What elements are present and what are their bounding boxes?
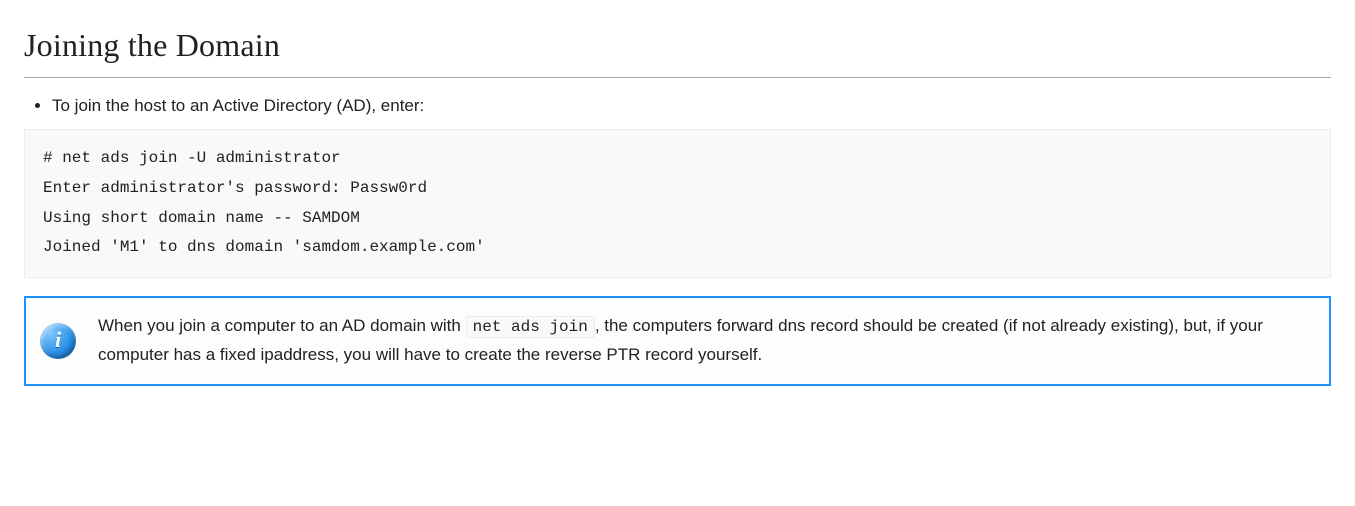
info-icon: i — [40, 323, 76, 359]
note-inline-code: net ads join — [466, 316, 595, 338]
note-text: When you join a computer to an AD domain… — [98, 312, 1311, 370]
note-text-before: When you join a computer to an AD domain… — [98, 316, 466, 335]
instruction-item: To join the host to an Active Directory … — [52, 92, 1331, 119]
info-note: i When you join a computer to an AD doma… — [24, 296, 1331, 386]
info-icon-letter: i — [55, 329, 61, 351]
instruction-list: To join the host to an Active Directory … — [24, 92, 1331, 119]
section-heading: Joining the Domain — [24, 20, 1331, 78]
code-block: # net ads join -U administrator Enter ad… — [24, 129, 1331, 277]
